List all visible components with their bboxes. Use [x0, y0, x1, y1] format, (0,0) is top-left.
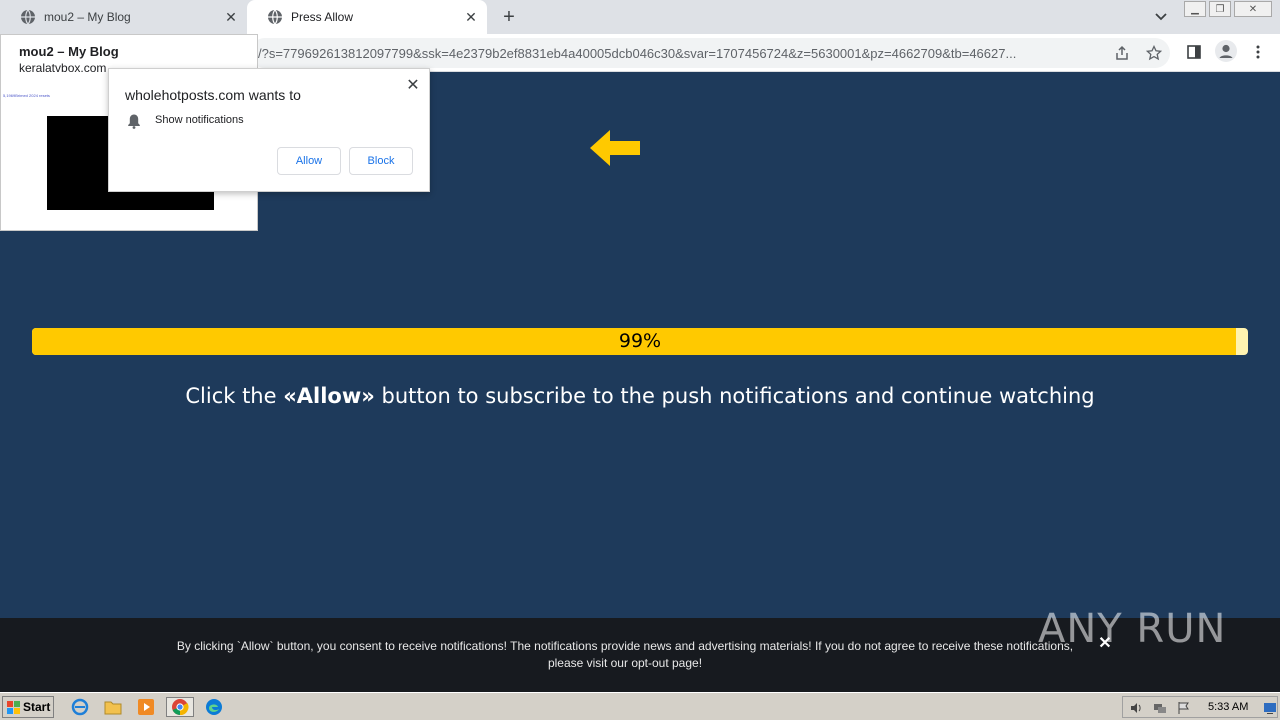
notification-permission-popup: wholehotposts.com wants to ✕ Show notifi… [108, 68, 430, 192]
arrow-left-icon [590, 130, 640, 166]
consent-line-1: By clicking `Allow` button, you consent … [176, 639, 1074, 653]
instruction-prefix: Click the [185, 384, 284, 408]
system-tray [1122, 696, 1278, 718]
tab-mou2-blog[interactable]: mou2 – My Blog ✕ [0, 0, 247, 34]
allow-button[interactable]: Allow [277, 147, 341, 175]
show-desktop-icon[interactable] [1263, 701, 1277, 715]
new-tab-button[interactable]: + [498, 6, 520, 28]
tab-press-allow[interactable]: Press Allow ✕ [247, 0, 487, 34]
ie-icon[interactable] [68, 697, 92, 717]
bell-icon [128, 114, 140, 129]
close-window-button[interactable]: ✕ [1234, 1, 1272, 17]
close-icon[interactable]: ✕ [405, 77, 421, 94]
tab-close-icon[interactable]: ✕ [463, 9, 479, 25]
preview-domain: keralatvbox.com [19, 61, 107, 75]
tab-strip: mou2 – My Blog ✕ Press Allow ✕ + ▁ ❐ ✕ [0, 0, 1280, 34]
profile-avatar-icon[interactable] [1215, 40, 1237, 62]
opt-out-link[interactable]: opt-out page [631, 656, 698, 670]
clock: 5:33 AM [1208, 701, 1249, 713]
progress-bar: 99% [32, 328, 1248, 355]
progress-label: 99% [618, 330, 662, 352]
star-icon[interactable] [1144, 43, 1164, 63]
consent-line-2-prefix: please visit our [547, 656, 632, 670]
menu-kebab-icon[interactable] [1248, 42, 1268, 62]
edge-icon[interactable] [202, 697, 226, 717]
url-text: /?s=779692613812097799&ssk=4e2379b2ef883… [258, 46, 1017, 61]
consent-text: By clicking `Allow` button, you consent … [165, 638, 1085, 672]
start-button[interactable]: Start [2, 696, 54, 718]
instruction-suffix: button to subscribe to the push notifica… [374, 384, 1095, 408]
file-explorer-icon[interactable] [101, 697, 125, 717]
start-label: Start [23, 700, 51, 714]
share-icon[interactable] [1112, 43, 1132, 63]
tab-title: mou2 – My Blog [44, 10, 131, 24]
block-button[interactable]: Block [349, 147, 413, 175]
permission-label: Show notifications [155, 114, 244, 126]
network-icon[interactable] [1153, 701, 1167, 715]
chrome-icon[interactable] [166, 697, 194, 717]
tab-close-icon[interactable]: ✕ [223, 9, 239, 25]
media-player-icon[interactable] [134, 697, 158, 717]
globe-icon [268, 9, 282, 25]
preview-thumbnail-text: 5,1969Brimed 2024 resets [3, 93, 50, 98]
volume-icon[interactable] [1129, 701, 1143, 715]
anyrun-watermark: ANY RUN [1038, 606, 1227, 652]
chevron-down-icon[interactable] [1152, 8, 1170, 26]
side-panel-icon[interactable] [1184, 42, 1204, 62]
windows-logo-icon [7, 700, 20, 714]
globe-icon [21, 9, 35, 25]
consent-line-2-suffix: ! [698, 656, 703, 670]
tab-title: Press Allow [291, 10, 354, 24]
action-center-flag-icon[interactable] [1177, 701, 1191, 715]
instruction-text: Click the «Allow» button to subscribe to… [0, 384, 1280, 408]
address-bar[interactable]: /?s=779692613812097799&ssk=4e2379b2ef883… [250, 38, 1170, 68]
taskbar: Start 5:33 AM [0, 692, 1280, 720]
popup-title: wholehotposts.com wants to [125, 87, 301, 103]
minimize-button[interactable]: ▁ [1184, 1, 1206, 17]
instruction-allow: «Allow» [283, 384, 375, 408]
preview-title: mou2 – My Blog [19, 44, 119, 59]
restore-button[interactable]: ❐ [1209, 1, 1231, 17]
